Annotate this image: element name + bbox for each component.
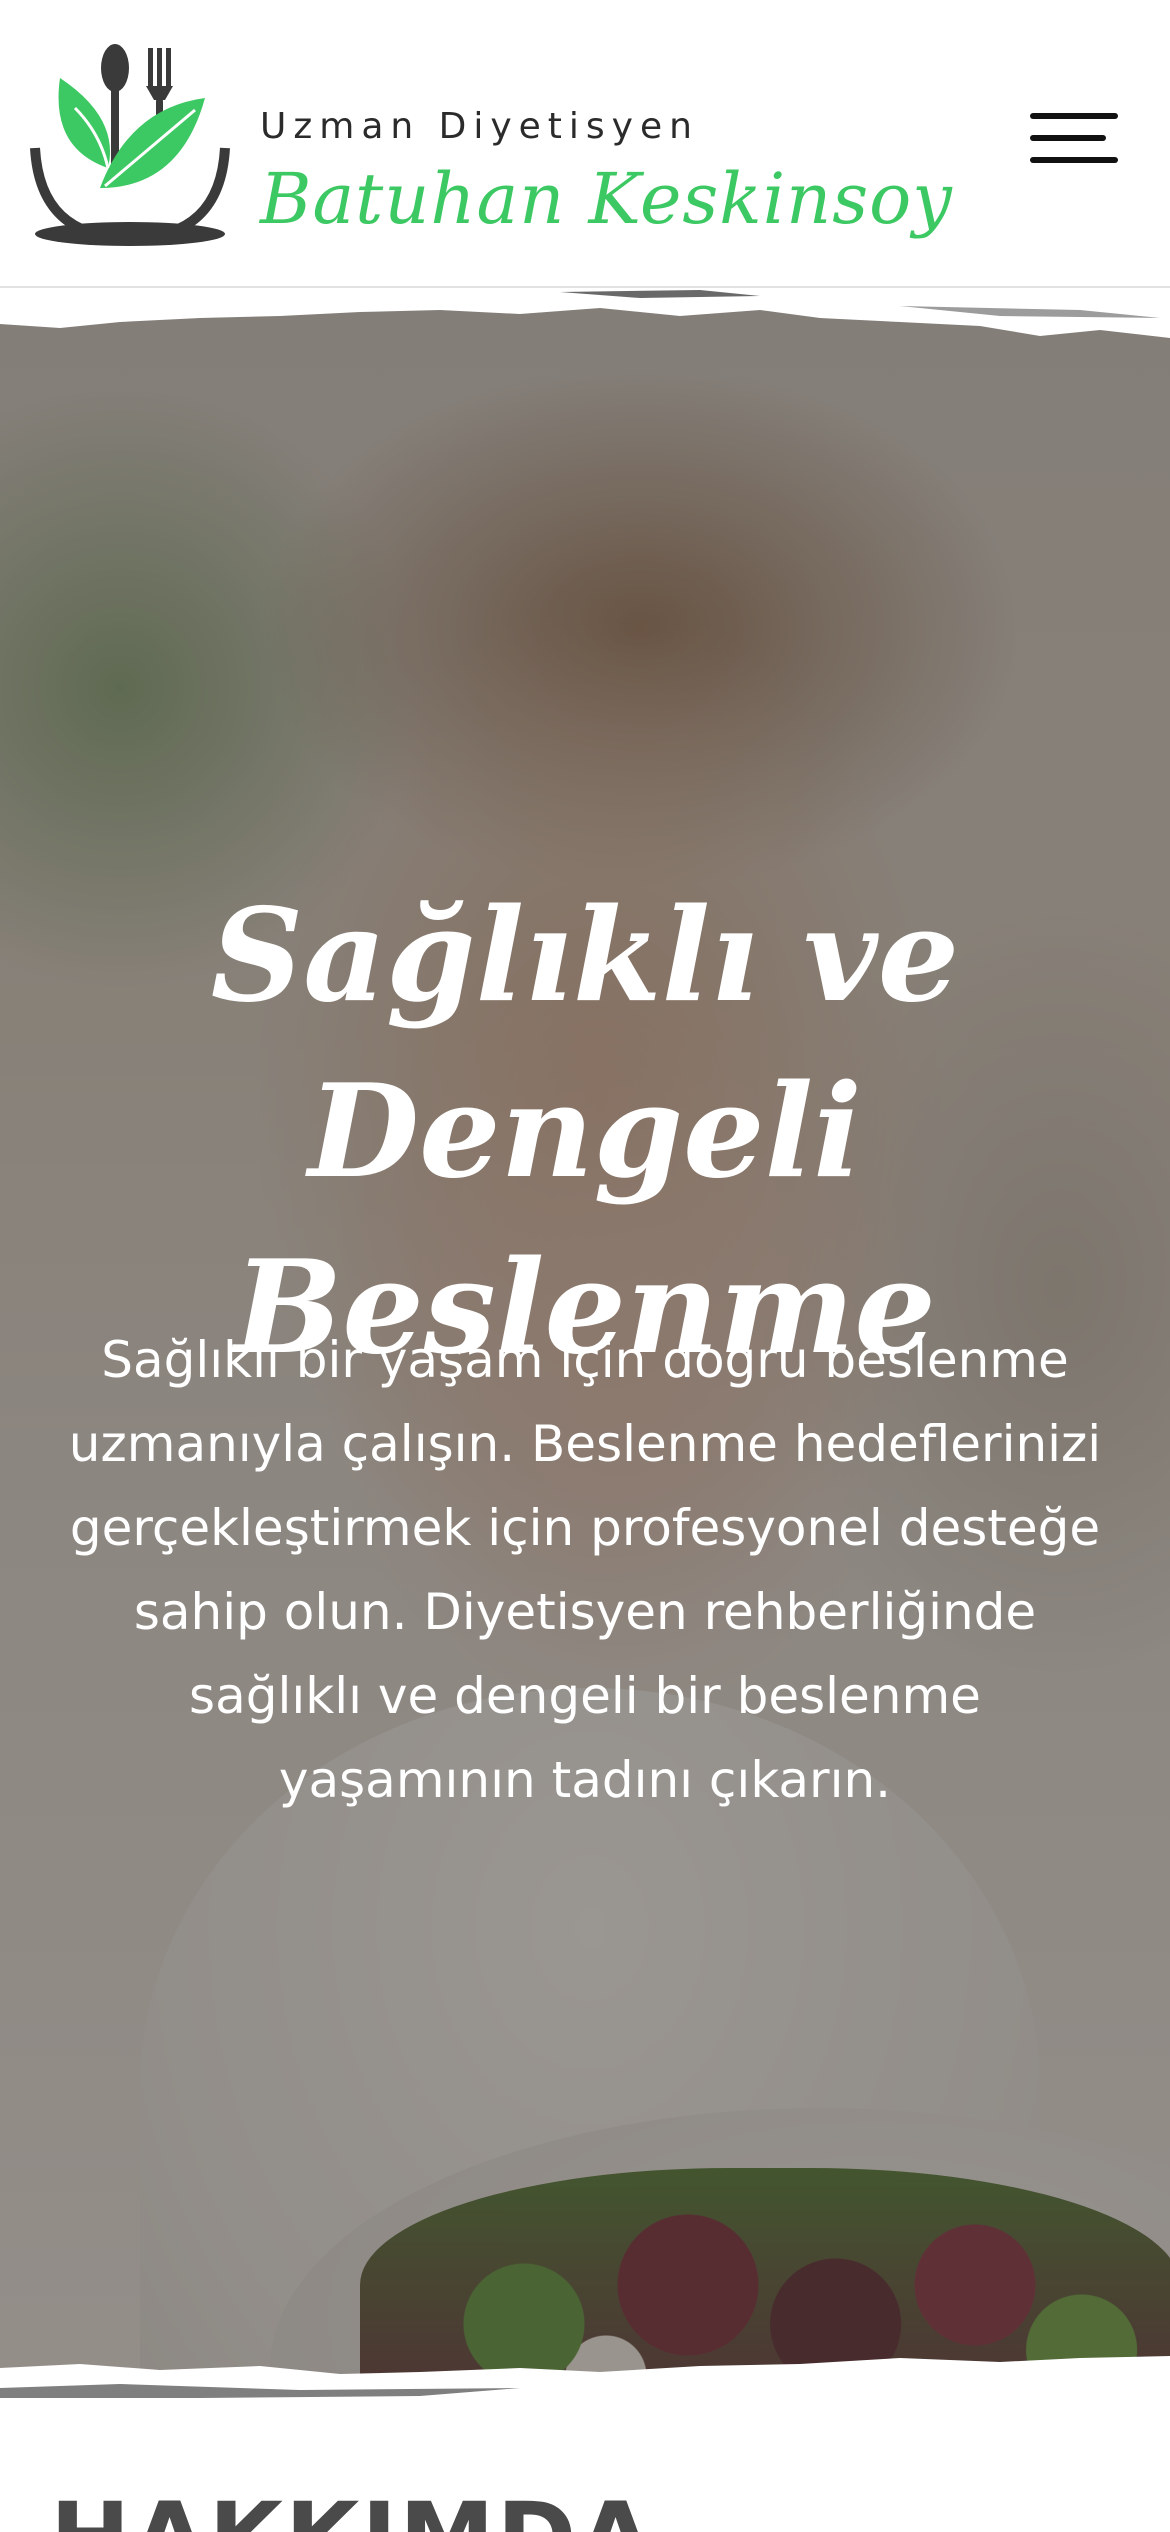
brush-stroke-bottom-divider (0, 2356, 1170, 2398)
plate-leaf-cutlery-logo-icon (30, 44, 230, 246)
hamburger-line-bottom (1030, 157, 1118, 163)
about-section-heading: HAKKIMDA (50, 2490, 655, 2532)
hero-title: Sağlıklı ve Dengeli Beslenme (210, 881, 960, 1383)
home-logo-link[interactable]: Uzman Diyetisyen Batuhan Keskinsoy (30, 38, 952, 248)
brand-name: Batuhan Keskinsoy (260, 158, 953, 240)
hamburger-line-top (1030, 113, 1118, 119)
hero-section: Sağlıklı ve Dengeli Beslenme Sağlıklı bi… (0, 288, 1170, 2398)
hamburger-line-middle (1030, 135, 1106, 141)
site-header: Uzman Diyetisyen Batuhan Keskinsoy (0, 0, 1170, 288)
hamburger-menu-button[interactable] (1020, 105, 1120, 175)
brand-subtitle: Uzman Diyetisyen (260, 106, 699, 147)
hero-description: Sağlıklı bir yaşam için doğru beslenme u… (68, 1331, 1102, 1809)
brush-stroke-top-divider (0, 288, 1170, 338)
